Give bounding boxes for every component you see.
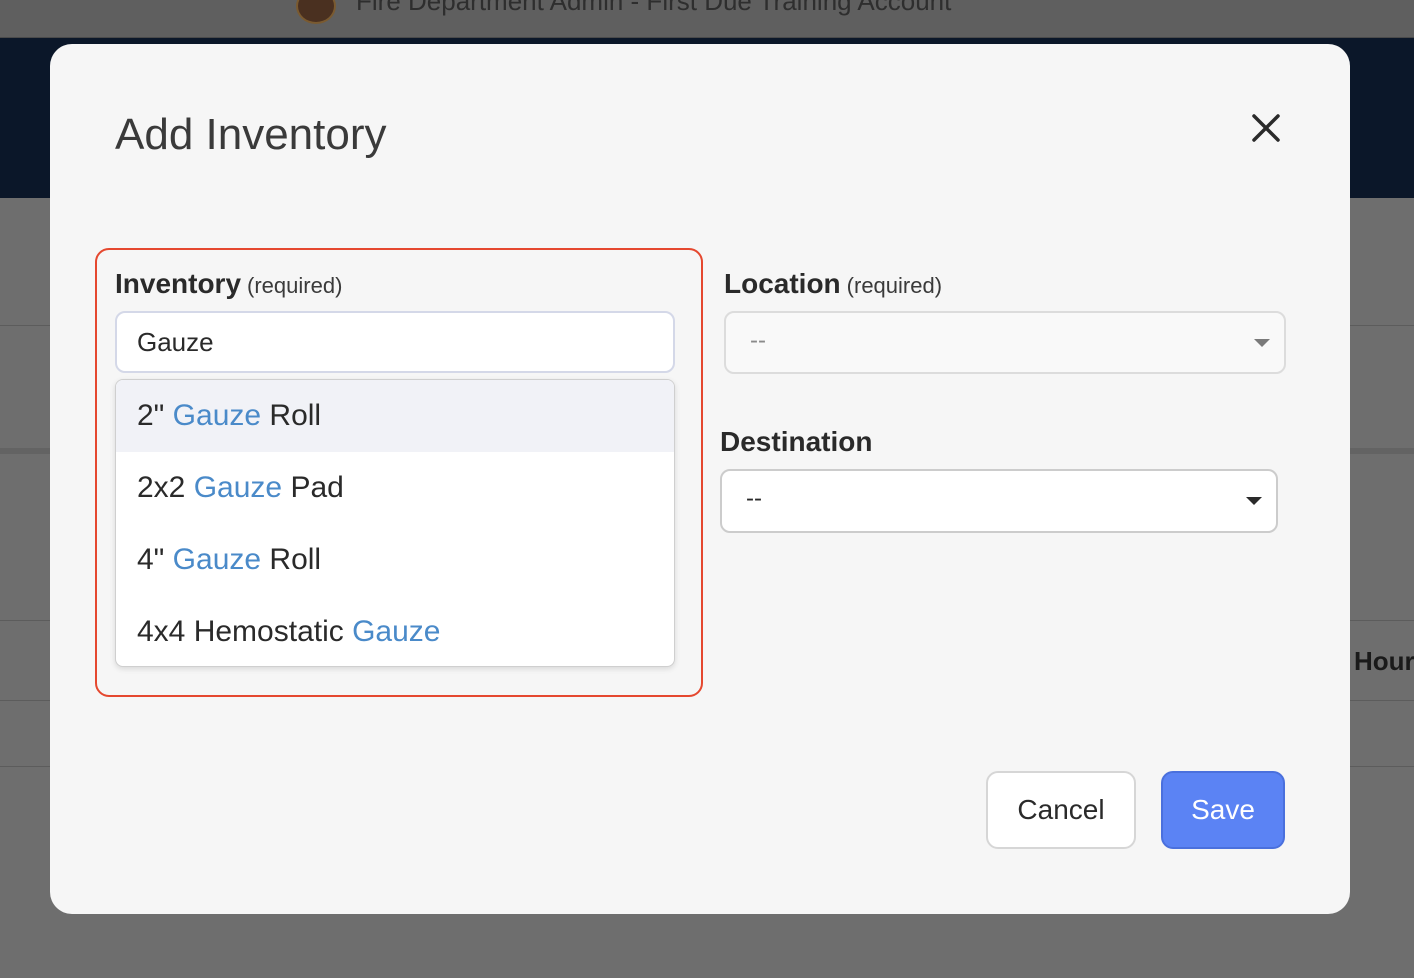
destination-select[interactable]: -- bbox=[720, 469, 1278, 533]
chevron-down-icon bbox=[1254, 339, 1270, 347]
close-icon bbox=[1252, 114, 1280, 142]
chevron-down-icon bbox=[1246, 497, 1262, 505]
app-title: Fire Department Admin - First Due Traini… bbox=[356, 0, 952, 16]
location-required-note: (required) bbox=[846, 273, 943, 298]
inventory-option[interactable]: 4x4 Hemostatic Gauze bbox=[116, 596, 674, 666]
option-prefix: 2" bbox=[137, 399, 173, 432]
inventory-suggestions-dropdown: 2" Gauze Roll 2x2 Gauze Pad 4" Gauze Rol… bbox=[115, 379, 675, 667]
inventory-label-text: Inventory bbox=[115, 268, 242, 299]
option-prefix: 2x2 bbox=[137, 471, 194, 504]
destination-label: Destination bbox=[720, 426, 872, 458]
destination-label-text: Destination bbox=[720, 426, 873, 457]
option-prefix: 4" bbox=[137, 543, 173, 576]
add-inventory-modal: Add Inventory Inventory(required) 2" Gau… bbox=[50, 44, 1350, 914]
location-label-text: Location bbox=[724, 268, 841, 299]
inventory-required-note: (required) bbox=[247, 273, 343, 298]
location-select-value: -- bbox=[750, 327, 766, 354]
save-button[interactable]: Save bbox=[1161, 771, 1285, 849]
modal-title: Add Inventory bbox=[115, 110, 387, 159]
inventory-option[interactable]: 4" Gauze Roll bbox=[116, 524, 674, 596]
destination-select-value: -- bbox=[746, 485, 762, 512]
option-suffix: Pad bbox=[282, 471, 344, 504]
option-match: Gauze bbox=[172, 543, 262, 576]
inventory-option[interactable]: 2x2 Gauze Pad bbox=[116, 452, 674, 524]
location-label: Location (required) bbox=[724, 268, 942, 300]
option-suffix: Roll bbox=[261, 543, 322, 576]
background-column-header: Hour bbox=[1354, 646, 1414, 676]
close-button[interactable] bbox=[1246, 108, 1286, 148]
inventory-search-input[interactable] bbox=[115, 311, 675, 373]
option-match: Gauze bbox=[172, 399, 262, 432]
location-select[interactable]: -- bbox=[724, 311, 1286, 374]
option-match: Gauze bbox=[193, 471, 283, 504]
app-title-bar: Fire Department Admin - First Due Traini… bbox=[0, 0, 1414, 38]
inventory-label: Inventory (required) bbox=[115, 268, 342, 300]
option-match: Gauze bbox=[352, 615, 441, 648]
cancel-button[interactable]: Cancel bbox=[986, 771, 1136, 849]
department-logo-icon bbox=[296, 0, 336, 24]
inventory-option[interactable]: 2" Gauze Roll bbox=[116, 380, 674, 452]
option-prefix: 4x4 Hemostatic bbox=[137, 615, 353, 648]
option-suffix: Roll bbox=[261, 399, 322, 432]
